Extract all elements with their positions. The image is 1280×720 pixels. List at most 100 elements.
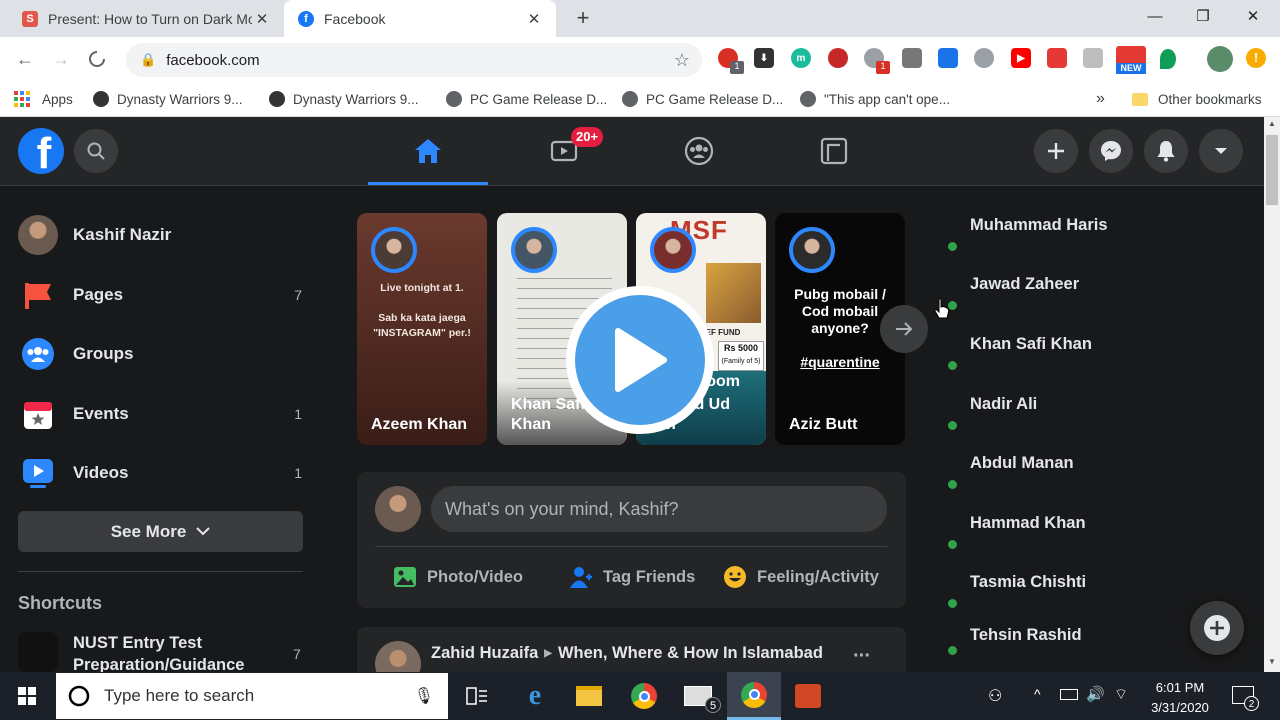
bookmark-item[interactable]: "This app can't ope...	[800, 85, 950, 113]
bookmark-item[interactable]: PC Game Release D...	[446, 85, 607, 113]
see-more-button[interactable]: See More	[18, 511, 303, 552]
account-menu-button[interactable]	[1199, 129, 1243, 173]
shortcut-count: 7	[293, 646, 301, 662]
taskbar-search-box[interactable]: Type here to search 🎙	[56, 673, 448, 719]
messenger-button[interactable]	[1089, 129, 1133, 173]
shortcut-item[interactable]: NUST Entry Test Preparation/Guidance 7	[18, 626, 304, 676]
chevron-up-icon[interactable]: ^	[1034, 686, 1041, 702]
edge-icon[interactable]: e	[508, 672, 562, 720]
minimize-icon[interactable]: —	[1132, 0, 1178, 32]
restore-icon[interactable]: ❐	[1180, 0, 1226, 32]
contact-item[interactable]: Nadir Ali	[948, 382, 1248, 441]
video-play-overlay[interactable]	[566, 286, 714, 434]
ublock-extension-icon[interactable]	[828, 48, 848, 68]
powerpoint-icon[interactable]	[781, 672, 835, 720]
tag-friends-button[interactable]: Tag Friends	[569, 560, 695, 594]
back-icon[interactable]: ←	[8, 37, 42, 81]
extension-icon[interactable]	[1083, 48, 1103, 68]
create-button[interactable]	[1034, 129, 1078, 173]
photo-video-button[interactable]: Photo/Video	[393, 560, 523, 594]
sidebar-item-videos[interactable]: Videos 1	[18, 448, 304, 498]
contact-item[interactable]: Jawad Zaheer	[948, 262, 1248, 321]
forward-icon[interactable]: →	[44, 37, 78, 81]
scroll-up-icon[interactable]: ▲	[1268, 119, 1276, 128]
extension-icon[interactable]	[1160, 49, 1176, 69]
battery-icon[interactable]	[1060, 689, 1078, 700]
bookmark-item[interactable]: Dynasty Warriors 9...	[269, 85, 419, 113]
tab-title: Facebook	[324, 10, 386, 27]
scrollbar-thumb[interactable]	[1266, 135, 1278, 205]
globe-icon	[800, 91, 816, 107]
story-card[interactable]: Live tonight at 1. Sab ka kata jaega "IN…	[357, 213, 487, 445]
extension-icon[interactable]	[1047, 48, 1067, 68]
notifications-button[interactable]	[1144, 129, 1188, 173]
post-more-icon[interactable]: ···	[853, 645, 871, 668]
extension-icon[interactable]	[902, 48, 922, 68]
star-icon[interactable]: ☆	[674, 50, 690, 71]
scroll-down-icon[interactable]: ▼	[1268, 657, 1276, 666]
tab-gaming[interactable]	[774, 117, 894, 185]
update-icon[interactable]: !	[1246, 48, 1266, 68]
m-extension-icon[interactable]: m	[791, 48, 811, 68]
messenger-icon	[1101, 141, 1121, 161]
caret-down-icon	[1215, 148, 1227, 154]
file-explorer-icon[interactable]	[562, 672, 616, 720]
tab-watch[interactable]	[504, 117, 624, 185]
contact-item[interactable]: Khan Safi Khan	[948, 322, 1248, 381]
tab-home[interactable]	[368, 117, 488, 185]
chrome-icon[interactable]	[617, 672, 671, 720]
people-icon[interactable]: ⚇	[988, 686, 1002, 706]
story-text: Live tonight at 1. Sab ka kata jaega "IN…	[373, 282, 471, 339]
new-message-button[interactable]	[1190, 601, 1244, 655]
profile-link[interactable]: Kashif Nazir	[18, 210, 304, 260]
microphone-icon[interactable]: 🎙	[414, 686, 434, 706]
contact-name: Jawad Zaheer	[970, 275, 1080, 293]
other-bookmarks-folder[interactable]: Other bookmarks	[1132, 85, 1262, 113]
contact-item[interactable]: Hammad Khan	[948, 501, 1248, 560]
new-tab-button[interactable]: +	[568, 4, 598, 34]
bookmarks-overflow-button[interactable]: »	[1096, 85, 1105, 113]
bookmark-apps[interactable]: Apps	[14, 85, 73, 113]
task-view-icon[interactable]	[450, 672, 504, 720]
chrome-active-icon[interactable]	[727, 672, 781, 720]
page-scrollbar[interactable]: ▲ ▼	[1264, 117, 1280, 672]
sidebar-item-label: Pages	[73, 285, 124, 304]
contact-name: Abdul Manan	[970, 454, 1074, 472]
post-target-group[interactable]: When, Where & How In Islamabad	[558, 644, 823, 663]
tab-facebook[interactable]: f Facebook ✕	[284, 0, 556, 37]
loading-stop-icon[interactable]	[80, 37, 114, 81]
start-button[interactable]	[0, 672, 54, 720]
profile-avatar[interactable]	[1207, 46, 1233, 72]
bookmark-item[interactable]: Dynasty Warriors 9...	[93, 85, 243, 113]
window-close-icon[interactable]: ✕	[1230, 0, 1276, 32]
bookmark-item[interactable]: PC Game Release D...	[622, 85, 783, 113]
avatar[interactable]	[375, 641, 421, 672]
tab-present[interactable]: S Present: How to Turn on Dark Mode ✕	[8, 0, 284, 37]
close-icon[interactable]: ✕	[524, 10, 544, 28]
stories-next-button[interactable]	[880, 305, 928, 353]
tab-groups[interactable]	[639, 117, 759, 185]
chevron-down-icon	[196, 527, 211, 536]
clock[interactable]: 6:01 PM 3/31/2020	[1140, 678, 1220, 718]
post-author[interactable]: Zahid Huzaifa	[431, 644, 538, 663]
volume-icon[interactable]: 🔊	[1086, 685, 1105, 703]
sidebar-item-pages[interactable]: Pages 7	[18, 270, 304, 320]
contact-item[interactable]: Abdul Manan	[948, 441, 1248, 500]
whats-on-your-mind-input[interactable]: What's on your mind, Kashif?	[431, 486, 887, 532]
shortcut-label: NUST Entry Test Preparation/Guidance	[73, 634, 245, 674]
search-icon[interactable]	[74, 129, 118, 173]
download-extension-icon[interactable]: ⬇	[754, 48, 774, 68]
youtube-extension-icon[interactable]: ▶	[1011, 48, 1031, 68]
feeling-activity-button[interactable]: Feeling/Activity	[723, 560, 879, 594]
close-icon[interactable]: ✕	[252, 10, 272, 28]
mail-icon[interactable]	[671, 672, 725, 720]
zoom-extension-icon[interactable]	[938, 48, 958, 68]
sidebar-item-events[interactable]: Events 1	[18, 389, 304, 439]
contact-item[interactable]: Muhammad Haris	[948, 203, 1248, 262]
wifi-icon[interactable]: ⌔	[1114, 685, 1128, 704]
facebook-logo-icon[interactable]: f	[18, 128, 64, 174]
extension-icon[interactable]	[974, 48, 994, 68]
post-composer: What's on your mind, Kashif? Photo/Video…	[357, 472, 906, 608]
address-bar[interactable]: 🔒 facebook.com ☆	[126, 43, 702, 77]
sidebar-item-groups[interactable]: Groups	[18, 329, 304, 379]
